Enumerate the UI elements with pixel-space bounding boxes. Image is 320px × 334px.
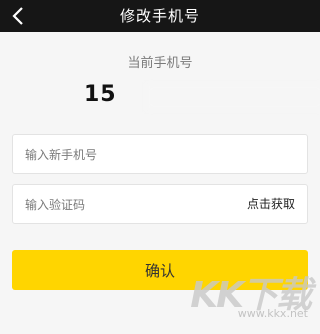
- verification-code-input[interactable]: [23, 185, 237, 225]
- title-bar: 修改手机号: [0, 0, 320, 32]
- current-phone-label: 当前手机号: [127, 56, 193, 71]
- get-code-button[interactable]: 点击获取: [247, 185, 295, 223]
- verification-code-field: 点击获取: [12, 184, 308, 225]
- new-phone-field: [12, 134, 308, 175]
- current-phone-number: 15: [84, 82, 117, 107]
- page-title: 修改手机号: [119, 7, 200, 25]
- current-phone-row: 15: [84, 82, 320, 112]
- watermark: KK下载 www.kkx.net: [180, 264, 312, 320]
- watermark-url: www.kkx.net: [237, 307, 308, 320]
- phone-redaction-mask: [146, 84, 320, 110]
- main-content: 当前手机号 15 点击获取 确认 KK下载 www.kkx.net: [0, 32, 320, 334]
- new-phone-input[interactable]: [23, 135, 237, 175]
